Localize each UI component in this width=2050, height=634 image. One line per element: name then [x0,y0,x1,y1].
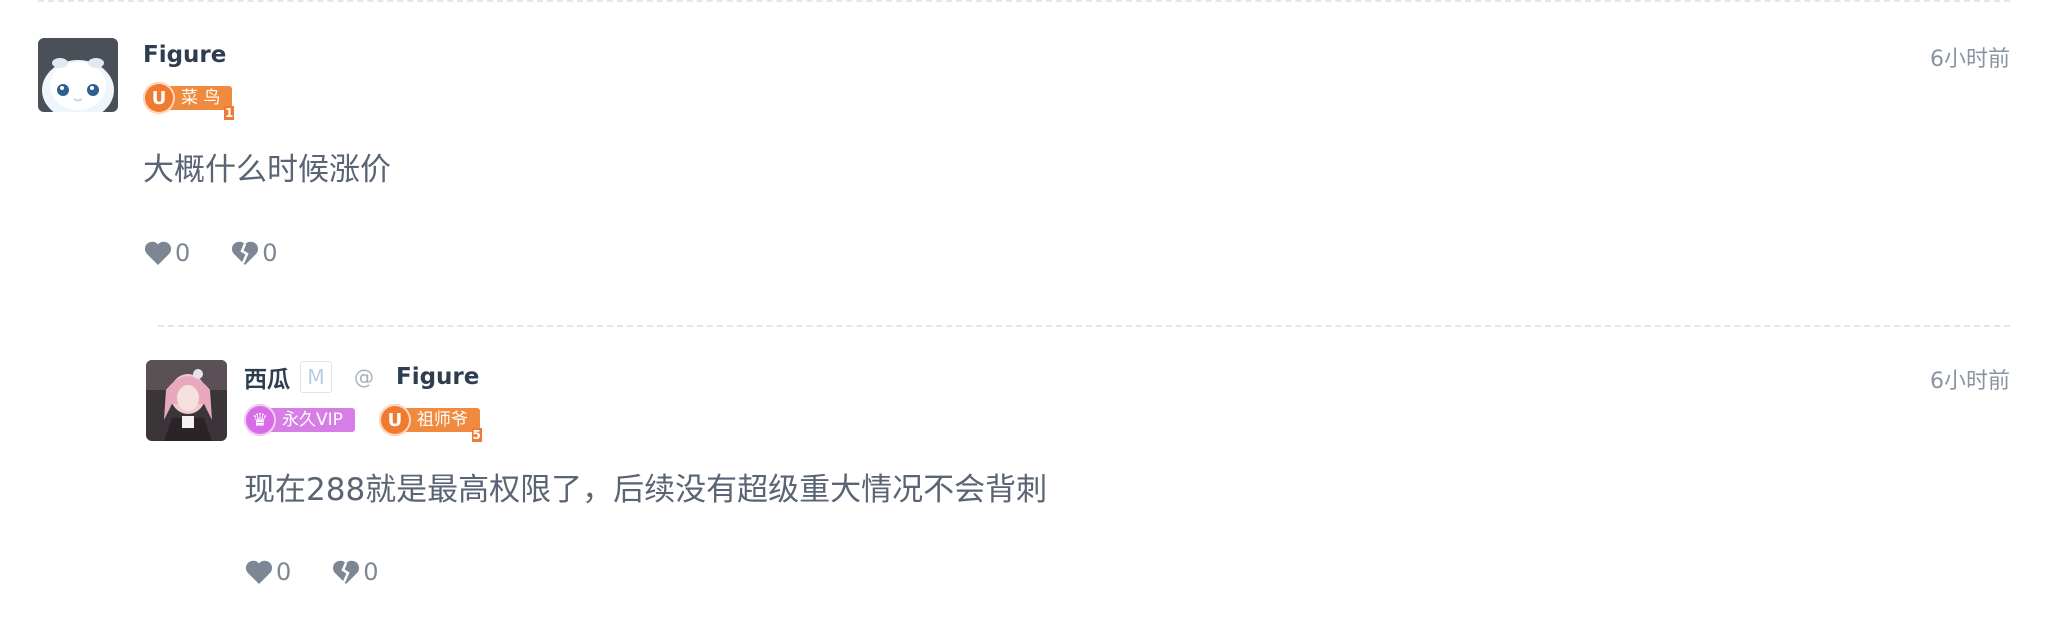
timestamp: 6小时前 [1930,47,2010,72]
timestamp: 6小时前 [1930,369,2010,394]
level-badge: U 菜 鸟 1 [143,82,235,120]
comment-text: 大概什么时候涨价 [143,152,391,188]
user-badges: ♛ 永久VIP U 祖师爷 5 [244,404,482,442]
like-button[interactable]: 0 [143,239,190,267]
user-badges: U 菜 鸟 1 [143,82,235,120]
vip-badge: ♛ 永久VIP [244,404,355,436]
reply-header: 西瓜 M @ Figure [244,360,479,394]
crown-icon: ♛ [244,404,276,436]
comment-item: Figure 6小时前 U 菜 鸟 1 大概什么时候涨价 0 0 [38,38,2010,283]
avatar[interactable] [38,38,118,112]
username[interactable]: Figure [143,42,226,68]
username[interactable]: 西瓜 [244,360,290,394]
level-badge-label: 祖师爷 [402,408,480,432]
avatar[interactable] [146,360,227,441]
comment-body: Figure 6小时前 U 菜 鸟 1 大概什么时候涨价 0 0 [143,38,2010,283]
level-number: 1 [224,106,235,120]
dislike-button[interactable]: 0 [230,239,278,267]
level-badge: U 祖师爷 5 [378,404,482,442]
dislike-button[interactable]: 0 [331,558,379,586]
at-icon: @ [354,365,374,389]
comment-header: Figure [143,38,226,72]
level-badge-icon: U [143,82,175,114]
reply-to-username[interactable]: Figure [396,364,479,390]
heart-icon [144,241,172,265]
level-badge-label: 菜 鸟 [167,86,233,110]
level-number: 5 [471,428,482,442]
broken-heart-icon [333,560,360,584]
reply-text: 现在288就是最高权限了，后续没有超级重大情况不会背刺 [244,472,1048,508]
reply-actions: 0 0 [244,558,379,586]
vip-badge-label: 永久VIP [268,408,355,432]
broken-heart-icon [232,241,259,265]
reply-body: 西瓜 M @ Figure 6小时前 ♛ 永久VIP U 祖师爷 5 现在288… [244,360,2010,600]
like-count: 0 [276,558,292,586]
comment-thread: Figure 6小时前 U 菜 鸟 1 大概什么时候涨价 0 0 西瓜 M @ … [0,0,2050,634]
like-count: 0 [175,239,191,267]
level-badge-icon: U [378,404,411,436]
divider [38,0,2010,2]
dislike-count: 0 [363,558,379,586]
heart-icon [245,560,273,584]
divider [158,325,2010,327]
like-button[interactable]: 0 [244,558,291,586]
reply-item: 西瓜 M @ Figure 6小时前 ♛ 永久VIP U 祖师爷 5 现在288… [146,360,2010,600]
moderator-tag: M [300,361,332,393]
dislike-count: 0 [262,239,278,267]
comment-actions: 0 0 [143,239,278,267]
